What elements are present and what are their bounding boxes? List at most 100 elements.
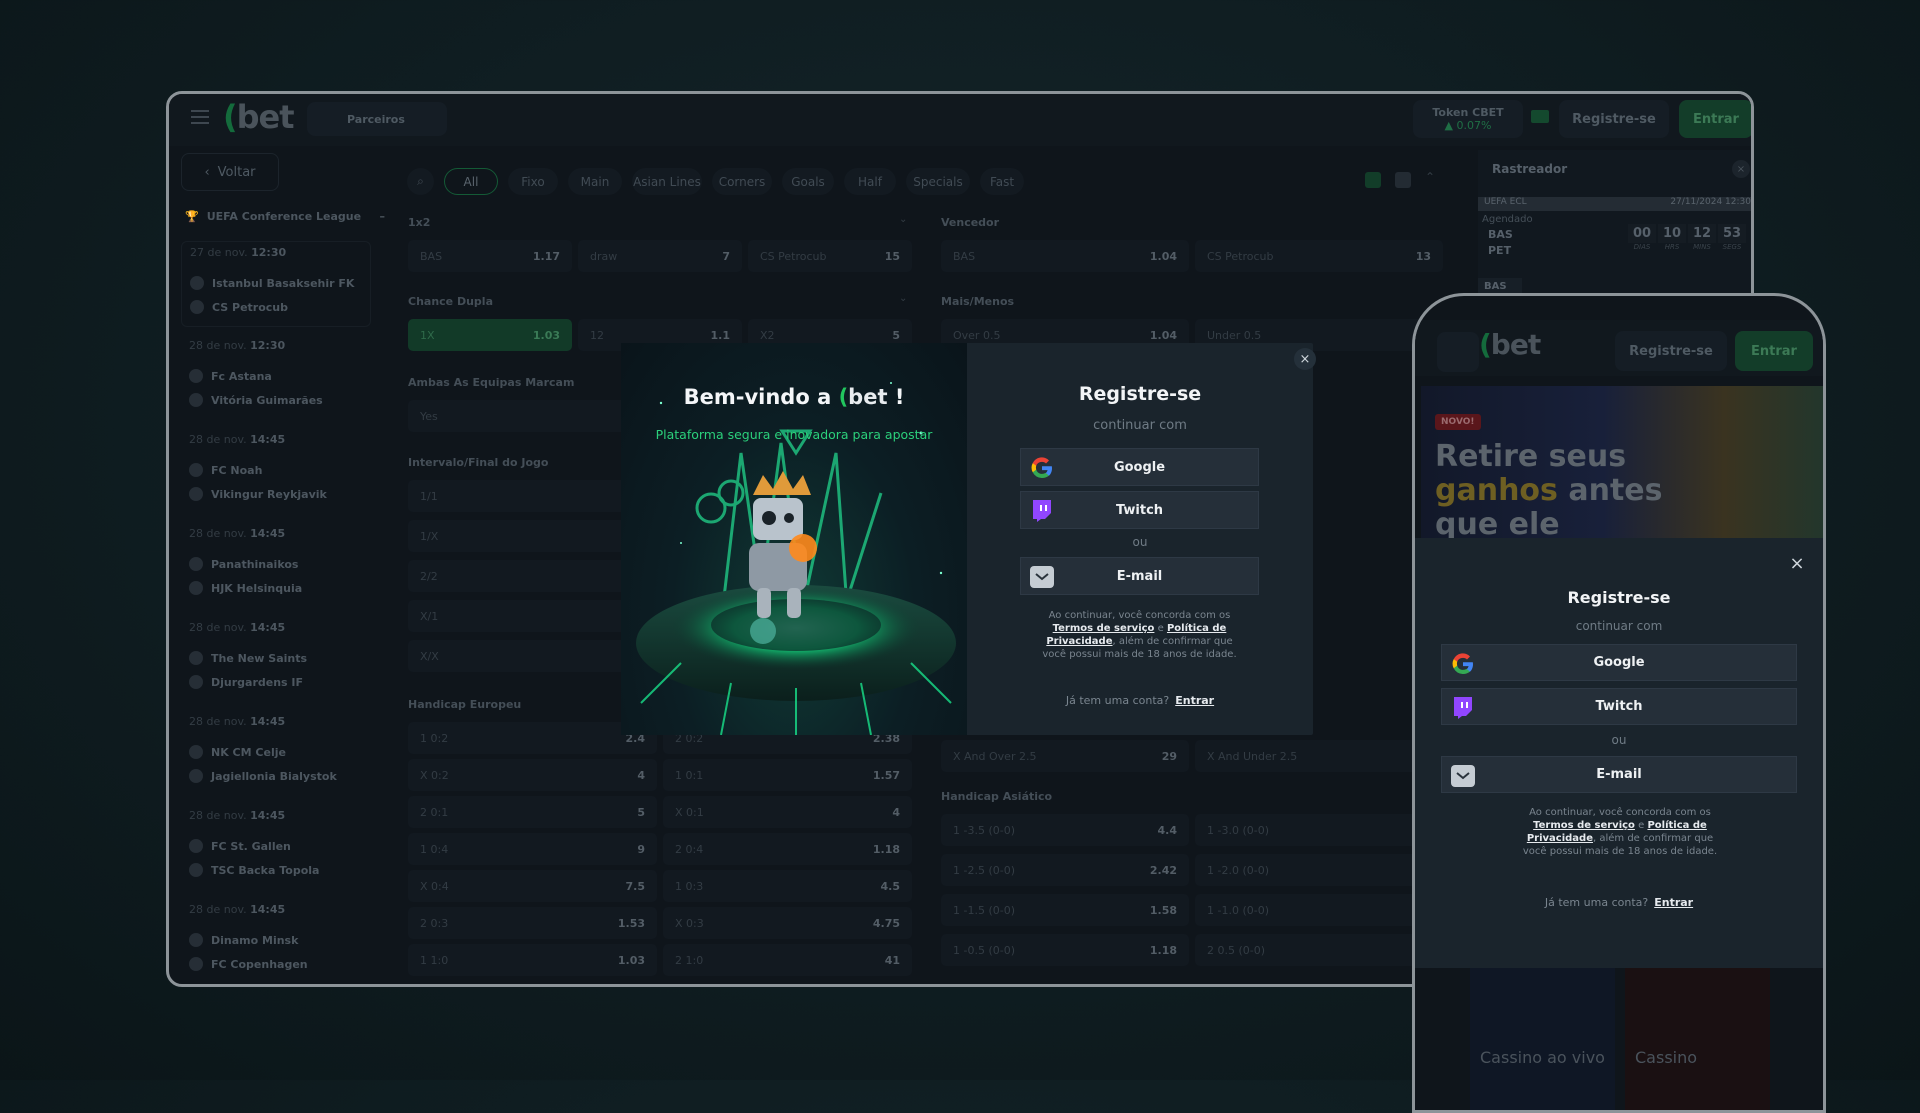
odds-value: 7 [722, 249, 730, 263]
odds-button[interactable]: 1 -1.5 (0-0) 1.58 [941, 894, 1189, 926]
match-card[interactable]: 28 de nov. 14:45 The New Saints Djurgarden… [181, 617, 371, 703]
promo-banner[interactable]: NOVO! Retire seus ganhos antes que ele [1421, 386, 1823, 542]
team-crest-icon [189, 839, 203, 853]
odds-button[interactable]: 1 0:3 4.5 [663, 870, 912, 902]
register-button[interactable]: Registre-se [1559, 100, 1669, 138]
mobile-login-button[interactable]: Entrar [1735, 331, 1813, 371]
match-card[interactable]: 28 de nov. 14:45 Panathinaikos HJK Helsinq… [181, 523, 371, 609]
tab-specials[interactable]: Specials [906, 168, 970, 195]
mobile-google-signin-button[interactable]: Google [1441, 644, 1797, 681]
google-signin-button[interactable]: Google [1020, 448, 1259, 486]
back-button[interactable]: ‹ Voltar [181, 153, 279, 191]
close-button[interactable]: × [1294, 348, 1316, 370]
terms-of-service-link[interactable]: Termos de serviço [1053, 623, 1155, 634]
odds-button[interactable]: Yes [408, 400, 657, 432]
logo[interactable]: (bet [1479, 328, 1541, 361]
odds-button[interactable]: X And Over 2.5 29 [941, 740, 1189, 772]
tab-asian-lines[interactable]: Asian Lines [632, 168, 702, 195]
odds-button[interactable]: 1 1:0 1.03 [408, 944, 657, 976]
chevron-down-icon[interactable]: ⌄ [899, 293, 907, 304]
twitch-signin-button[interactable]: Twitch [1020, 491, 1259, 529]
odds-button[interactable]: BAS 1.17 [408, 240, 572, 272]
partners-banner[interactable]: Parceiros [307, 102, 447, 136]
mobile-close-button[interactable]: × [1786, 552, 1808, 574]
match-card[interactable]: 28 de nov. 14:45 FC St. Gallen TSC Backa T… [181, 805, 371, 891]
odds-button[interactable]: 1 -3.0 (0-0) [1195, 814, 1443, 846]
odds-button[interactable]: X 0:2 4 [408, 759, 657, 791]
odds-value: 1.03 [617, 953, 645, 967]
match-card[interactable]: 28 de nov. 12:30 Fc Astana Vitória Guimarã… [181, 335, 371, 421]
odds-button[interactable]: 2 0:1 5 [408, 796, 657, 828]
odds-button[interactable]: BAS 1.04 [941, 240, 1189, 272]
mobile-twitch-signin-button[interactable]: Twitch [1441, 688, 1797, 725]
match-date-day: 28 de nov. [189, 809, 247, 822]
odds-button[interactable]: 1 -2.5 (0-0) 2.42 [941, 854, 1189, 886]
odds-button[interactable]: X 0:4 7.5 [408, 870, 657, 902]
odds-label: X2 [760, 328, 775, 342]
collapse-all-icon[interactable]: ⌃ [1425, 170, 1435, 184]
login-button[interactable]: Entrar [1679, 100, 1751, 138]
odds-button[interactable]: CS Petrocub 15 [748, 240, 912, 272]
mobile-terms-of-service-link[interactable]: Termos de serviço [1533, 820, 1635, 831]
mobile-email-signin-button[interactable]: E-mail [1441, 756, 1797, 793]
mobile-login-link[interactable]: Entrar [1654, 896, 1693, 909]
match-card[interactable]: 27 de nov. 12:30 Istanbul Basaksehir FK CS… [181, 241, 371, 327]
email-signin-button[interactable]: E-mail [1020, 557, 1259, 595]
odds-button[interactable]: 1 0:2 2.4 [408, 722, 657, 754]
tracker-title: Rastreador [1492, 162, 1568, 176]
tab-corners[interactable]: Corners [712, 168, 772, 195]
odds-button[interactable]: 2 0:3 1.53 [408, 907, 657, 939]
odds-label: draw [590, 249, 618, 263]
odds-button[interactable]: 2/2 [408, 560, 657, 592]
odds-button[interactable]: 1 0:4 9 [408, 833, 657, 865]
single-column-view-icon[interactable] [1395, 172, 1411, 188]
odds-button[interactable]: 1 -1.0 (0-0) [1195, 894, 1443, 926]
team-name: Vikingur Reykjavik [211, 487, 327, 501]
tab-main[interactable]: Main [568, 168, 622, 195]
tab-goals[interactable]: Goals [782, 168, 834, 195]
tab-fixo[interactable]: Fixo [508, 168, 558, 195]
odds-button[interactable]: 2 1:0 41 [663, 944, 912, 976]
market-title: 1x2 [408, 216, 431, 229]
search-icon[interactable]: ⌕ [407, 168, 434, 195]
league-header[interactable]: 🏆 UEFA Conference League – [185, 210, 385, 223]
odds-button[interactable]: 1/X [408, 520, 657, 552]
menu-icon[interactable] [1437, 332, 1479, 372]
mobile-or-divider: ou [1611, 733, 1627, 747]
odds-button[interactable]: X 0:3 4.75 [663, 907, 912, 939]
match-card[interactable]: 28 de nov. 14:45 Dinamo Minsk FC Copenhage… [181, 899, 371, 984]
token-widget[interactable]: Token CBET ▲ 0.07% [1413, 100, 1523, 138]
logo[interactable]: (bet [223, 98, 295, 136]
team-name: Vitória Guimarães [211, 393, 323, 407]
odds-button[interactable]: 1X 1.03 [408, 319, 572, 351]
odds-button[interactable]: 1/1 [408, 480, 657, 512]
odds-label: 1 -2.5 (0-0) [953, 863, 1016, 877]
match-card[interactable]: 28 de nov. 14:45 NK CM Celje Jagiellonia B… [181, 711, 371, 797]
two-column-view-icon[interactable] [1365, 172, 1381, 188]
mobile-register-button[interactable]: Registre-se [1615, 331, 1727, 371]
menu-icon[interactable] [191, 110, 209, 124]
odds-button[interactable]: 1 0:1 1.57 [663, 759, 912, 791]
live-casino-tile[interactable]: Cassino ao vivo [1470, 968, 1615, 1110]
odds-button[interactable]: 2 0:4 1.18 [663, 833, 912, 865]
tracker-close-icon[interactable]: × [1732, 160, 1750, 178]
tab-half[interactable]: Half [844, 168, 896, 195]
brazil-flag-icon[interactable] [1531, 110, 1549, 123]
tab-all[interactable]: All [444, 168, 498, 195]
odds-button[interactable]: X And Under 2.5 [1195, 740, 1443, 772]
odds-button[interactable]: X 0:1 4 [663, 796, 912, 828]
chevron-down-icon[interactable]: ⌄ [899, 214, 907, 225]
odds-button[interactable]: draw 7 [578, 240, 742, 272]
tab-fast[interactable]: Fast [980, 168, 1024, 195]
odds-button[interactable]: X/1 [408, 600, 657, 632]
odds-button[interactable]: 1 -3.5 (0-0) 4.4 [941, 814, 1189, 846]
odds-button[interactable]: 1 -0.5 (0-0) 1.18 [941, 934, 1189, 966]
odds-button[interactable]: X/X [408, 640, 657, 672]
odds-button[interactable]: CS Petrocub 13 [1195, 240, 1443, 272]
match-card[interactable]: 28 de nov. 14:45 FC Noah Vikingur Reykjavi… [181, 429, 371, 515]
odds-value: 1.04 [1149, 249, 1177, 263]
casino-tile[interactable]: Cassino [1625, 968, 1770, 1110]
odds-button[interactable]: 2 0.5 (0-0) [1195, 934, 1443, 966]
login-link[interactable]: Entrar [1175, 694, 1214, 707]
odds-button[interactable]: 1 -2.0 (0-0) [1195, 854, 1443, 886]
